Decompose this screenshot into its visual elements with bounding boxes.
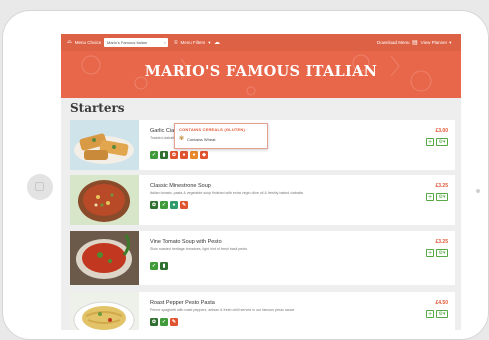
download-menu-button[interactable]: Download Menu xyxy=(377,34,410,51)
allergen-tags: ✓ ▮ ✿ ● ● ◆ xyxy=(150,151,208,159)
item-actions: + ⚙▾ xyxy=(426,249,448,257)
chevron-down-icon: ▾ xyxy=(449,39,452,45)
home-button[interactable] xyxy=(27,174,53,200)
vegetarian-icon[interactable]: ✓ xyxy=(160,318,168,326)
allergen-tooltip: CONTAINS CEREALS (GLUTEN) ✾ Contains Whe… xyxy=(174,123,268,149)
menu-item-card[interactable]: Classic Minestrone Soup Italian tomato, … xyxy=(70,175,455,225)
camera-dot xyxy=(476,189,480,193)
mustard-icon[interactable]: ● xyxy=(190,151,198,159)
cloche-icon: ⌓ xyxy=(67,39,72,45)
menu-item-card[interactable]: Vine Tomato Soup with Pesto Slow roasted… xyxy=(70,231,455,285)
item-photo xyxy=(70,120,139,170)
milk-icon[interactable]: ▮ xyxy=(160,262,168,270)
restaurant-select[interactable]: Mario's Famous Italian × xyxy=(104,38,168,47)
item-price: £3.00 xyxy=(435,128,448,134)
restaurant-title: MARIO'S FAMOUS ITALIAN xyxy=(144,63,378,80)
gluten-icon[interactable]: ✿ xyxy=(170,151,178,159)
celery-icon[interactable]: ♠ xyxy=(170,201,178,209)
item-description: Penne spaghetti with roast peppers, arti… xyxy=(150,308,295,312)
gluten-icon[interactable]: ✎ xyxy=(180,201,188,209)
gluten-icon[interactable]: ✎ xyxy=(170,318,178,326)
vegetarian-icon[interactable]: ✓ xyxy=(150,262,158,270)
item-name: Roast Pepper Pesto Pasta xyxy=(150,300,215,306)
item-actions: + ⚙▾ xyxy=(426,138,448,146)
add-button[interactable]: + xyxy=(426,310,434,318)
vegetarian-icon[interactable]: ✓ xyxy=(160,201,168,209)
soya-icon[interactable]: ◆ xyxy=(200,151,208,159)
settings-dropdown[interactable]: ⚙▾ xyxy=(436,310,448,318)
allergen-tags: ✓ ▮ xyxy=(150,262,168,270)
item-actions: + ⚙▾ xyxy=(426,310,448,318)
home-square-icon xyxy=(35,182,44,191)
restaurant-banner: MARIO'S FAMOUS ITALIAN xyxy=(61,51,461,98)
item-description: Slow roasted heritage tomatoes, light hi… xyxy=(150,247,248,251)
item-description: Italian tomato, pasta & vegetable soup f… xyxy=(150,191,303,195)
add-button[interactable]: + xyxy=(426,193,434,201)
allergen-tags: ✿ ✓ ♠ ✎ xyxy=(150,201,188,209)
menu-choice[interactable]: ⌓ Menu Choice xyxy=(67,34,101,51)
item-name: Classic Minestrone Soup xyxy=(150,183,211,189)
settings-dropdown[interactable]: ⚙▾ xyxy=(436,193,448,201)
allergen-tags: ✿ ✓ ✎ xyxy=(150,318,178,326)
item-price: £3.25 xyxy=(435,239,448,245)
item-photo xyxy=(70,175,139,225)
menu-item-card[interactable]: Roast Pepper Pesto Pasta Penne spaghetti… xyxy=(70,292,455,330)
section-title: Starters xyxy=(70,101,125,115)
vegan-icon[interactable]: ✿ xyxy=(150,318,158,326)
tooltip-heading: CONTAINS CEREALS (GLUTEN) xyxy=(179,127,246,132)
planner-icon: ▤ xyxy=(412,40,418,46)
item-price: £4.50 xyxy=(435,300,448,306)
add-button[interactable]: + xyxy=(426,138,434,146)
settings-dropdown[interactable]: ⚙▾ xyxy=(436,249,448,257)
item-photo xyxy=(70,231,139,285)
vegetarian-icon[interactable]: ✓ xyxy=(150,151,158,159)
cloud-icon: ☁ xyxy=(214,40,220,46)
egg-icon[interactable]: ● xyxy=(180,151,188,159)
settings-dropdown[interactable]: ⚙▾ xyxy=(436,138,448,146)
view-planner-button[interactable]: ▤ View Planner ▾ xyxy=(412,34,451,51)
close-icon[interactable]: × xyxy=(164,40,166,45)
top-bar: ⌓ Menu Choice Mario's Famous Italian × ≡… xyxy=(61,34,461,51)
vegan-icon[interactable]: ✿ xyxy=(150,201,158,209)
add-button[interactable]: + xyxy=(426,249,434,257)
filter-icon: ≡ xyxy=(174,39,178,46)
item-name: Vine Tomato Soup with Pesto xyxy=(150,239,222,245)
tooltip-text: Contains Wheat xyxy=(187,137,216,142)
menu-filters[interactable]: ≡ Menu Filters ▾ xyxy=(174,34,211,51)
item-actions: + ⚙▾ xyxy=(426,193,448,201)
item-photo xyxy=(70,292,139,330)
milk-icon[interactable]: ▮ xyxy=(160,151,168,159)
app-screen: ⌓ Menu Choice Mario's Famous Italian × ≡… xyxy=(61,34,461,330)
cloud-button[interactable]: ☁ xyxy=(214,34,223,51)
chevron-down-icon: ▾ xyxy=(208,39,211,45)
wheat-icon: ✾ xyxy=(179,136,185,142)
item-price: £3.25 xyxy=(435,183,448,189)
